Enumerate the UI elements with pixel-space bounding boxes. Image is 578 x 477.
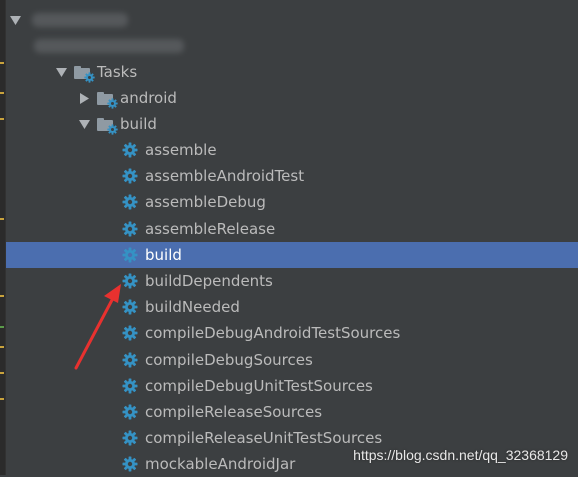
gear-icon (122, 456, 138, 472)
task-label: buildDependents (145, 272, 273, 290)
task-row[interactable]: assembleRelease (6, 216, 578, 242)
tree-label: Tasks (97, 63, 138, 81)
task-label: mockableAndroidJar (145, 455, 296, 474)
task-label: assembleAndroidTest (145, 167, 305, 186)
task-label: assemble (145, 141, 217, 159)
gear-icon (122, 194, 138, 210)
folder-gear-icon (97, 117, 118, 135)
task-row[interactable]: assembleDebug (6, 189, 578, 215)
task-row[interactable]: assemble (6, 137, 578, 163)
task-label: compileDebugSources (145, 350, 313, 369)
gear-icon (122, 273, 138, 289)
task-label: compileDebugUnitTestSources (145, 376, 373, 395)
tree-label: build (120, 115, 157, 133)
gear-icon (122, 299, 138, 315)
task-label: assembleRelease (145, 219, 276, 238)
gradle-task-tree: Tasks android build assemble assembleAndr… (0, 0, 578, 475)
task-label: assembleDebug (145, 193, 266, 212)
gear-icon (122, 378, 138, 394)
task-row[interactable]: assembleAndroidTest (6, 163, 578, 189)
tree-row-android[interactable]: android (6, 85, 578, 111)
task-label: compileReleaseUnitTestSources (145, 429, 383, 448)
task-row[interactable]: compileDebugAndroidTestSources (6, 320, 578, 346)
task-label: buildNeeded (145, 298, 240, 317)
redacted-project-name (32, 13, 128, 27)
tree-row-module[interactable] (6, 33, 578, 59)
triangle-down-icon[interactable] (8, 13, 22, 27)
gear-icon (122, 325, 138, 341)
task-row[interactable]: build (6, 241, 578, 268)
task-row[interactable]: buildDependents (6, 268, 578, 294)
redacted-module-name (34, 39, 184, 53)
task-label: build (145, 245, 182, 264)
watermark-text: https://blog.csdn.net/qq_32368129 (353, 447, 568, 463)
task-row[interactable]: compileDebugSources (6, 347, 578, 373)
gear-icon (122, 404, 138, 420)
triangle-down-icon[interactable] (54, 65, 68, 79)
gear-icon (122, 221, 138, 237)
gear-icon (122, 430, 138, 446)
folder-gear-icon (97, 91, 118, 109)
task-row[interactable]: compileDebugUnitTestSources (6, 373, 578, 399)
gear-icon (122, 168, 138, 184)
triangle-down-icon[interactable] (77, 117, 91, 131)
task-row[interactable]: buildNeeded (6, 294, 578, 320)
task-label: compileDebugAndroidTestSources (145, 324, 401, 343)
folder-gear-icon (74, 65, 95, 83)
gear-icon (122, 352, 138, 368)
tree-row-tasks[interactable]: Tasks (6, 59, 578, 85)
gear-icon (122, 247, 138, 263)
task-label: compileReleaseSources (145, 403, 323, 421)
gear-icon (122, 142, 138, 158)
tree-row-project[interactable] (6, 7, 578, 33)
task-row[interactable]: compileReleaseSources (6, 399, 578, 425)
tree-row-build-folder[interactable]: build (6, 111, 578, 137)
tree-label: android (120, 89, 177, 107)
triangle-right-icon[interactable] (77, 91, 91, 105)
